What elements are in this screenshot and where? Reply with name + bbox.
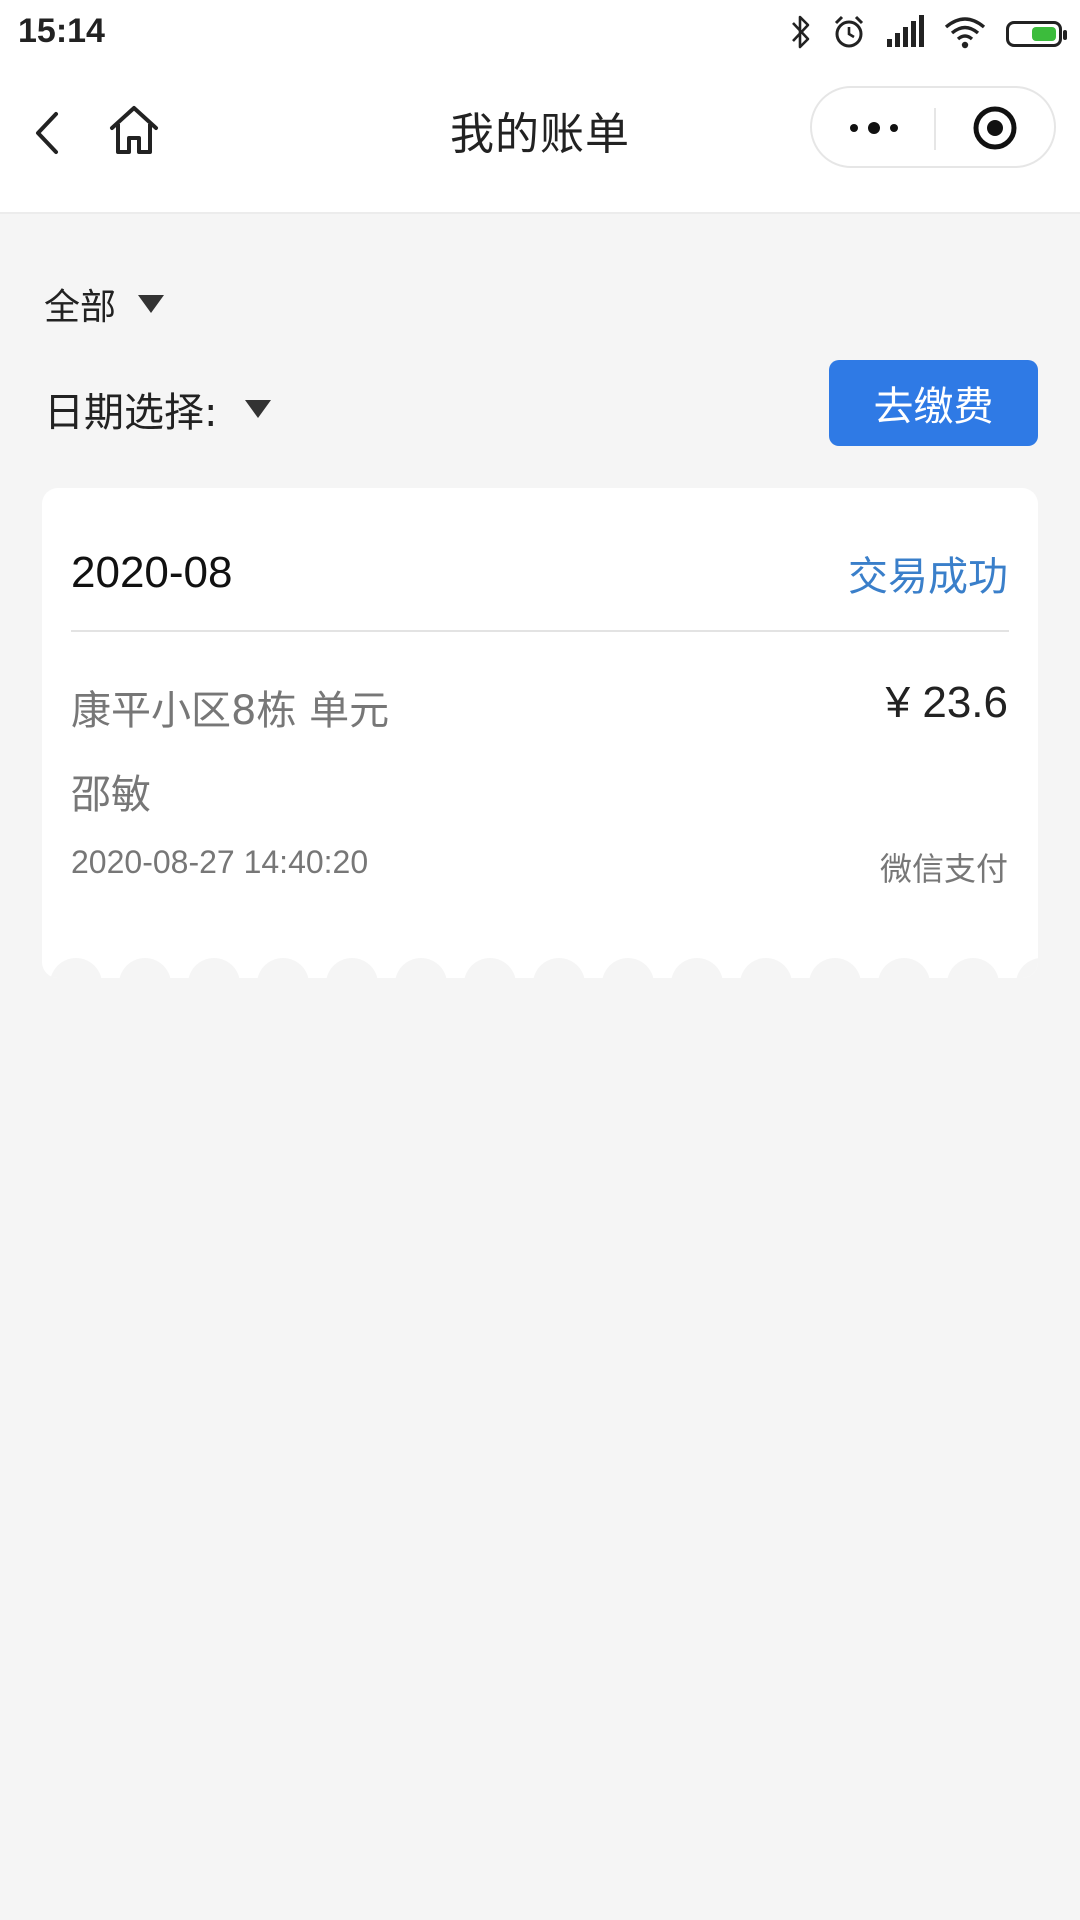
- bills-page: 15:14 我的账单 全部 日期选择: 去缴费 2020-08 交易成功 康平小…: [0, 0, 1080, 1920]
- caret-down-icon: [138, 295, 165, 313]
- bill-datetime: 2020-08-27 14:40:20: [71, 844, 369, 880]
- date-filter-label: 日期选择:: [44, 390, 218, 436]
- card-scallop-edge: [50, 958, 1038, 978]
- date-filter[interactable]: 日期选择:: [44, 380, 272, 438]
- category-filter-label: 全部: [44, 287, 117, 328]
- status-bar: 15:14: [0, 0, 1080, 68]
- mini-program-capsule: [810, 86, 1056, 168]
- bill-amount: ¥ 23.6: [885, 678, 1008, 727]
- go-pay-button[interactable]: 去缴费: [829, 360, 1038, 446]
- battery-charging-icon: [1006, 21, 1067, 47]
- caret-down-icon: [245, 400, 272, 418]
- bill-address: 康平小区8栋 单元: [71, 688, 390, 734]
- signal-icon: [886, 15, 924, 53]
- category-filter[interactable]: 全部: [44, 278, 165, 330]
- status-icons: [790, 14, 1067, 54]
- target-icon[interactable]: [972, 105, 1018, 151]
- bill-card[interactable]: 2020-08 交易成功 康平小区8栋 单元 ¥ 23.6 邵敏 2020-08…: [42, 488, 1038, 978]
- status-time: 15:14: [18, 12, 105, 50]
- more-icon[interactable]: [848, 118, 900, 138]
- payer-name: 邵敏: [71, 772, 151, 818]
- payment-method: 微信支付: [879, 850, 1008, 888]
- alarm-icon: [832, 14, 866, 54]
- transaction-status: 交易成功: [848, 554, 1008, 600]
- nav-bar: 我的账单: [0, 68, 1080, 214]
- battery-level: [1032, 27, 1056, 41]
- card-divider: [71, 630, 1009, 632]
- wifi-icon: [944, 15, 986, 53]
- capsule-divider: [934, 108, 936, 150]
- bill-month: 2020-08: [71, 548, 233, 597]
- bluetooth-icon: [790, 14, 812, 54]
